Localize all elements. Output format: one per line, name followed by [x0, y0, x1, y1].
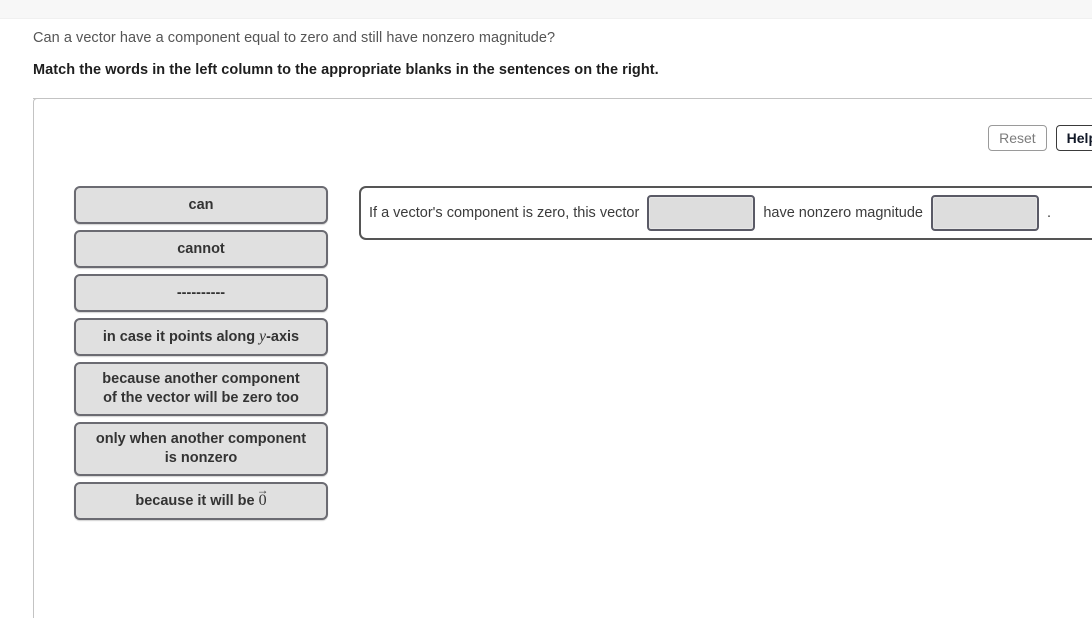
tile-text-prefix: because it will be: [135, 493, 259, 509]
sentence-period: .: [1046, 205, 1051, 221]
word-tile-can[interactable]: can: [74, 186, 328, 224]
word-tile-label: can: [188, 196, 214, 213]
reset-button[interactable]: Reset: [988, 125, 1047, 151]
matching-activity-panel: Reset Help can cannot ---------- in case…: [33, 98, 1092, 618]
word-tile-because-another-component[interactable]: because another component of the vector w…: [74, 362, 328, 416]
activity-toolbar: Reset Help: [988, 125, 1092, 151]
word-tile-label: only when another component is nonzero: [96, 430, 306, 468]
question-prompt: Can a vector have a component equal to z…: [33, 30, 556, 46]
tile-text-suffix: -axis: [266, 329, 300, 345]
word-tile-label: ----------: [176, 284, 226, 301]
word-tile-in-case-points-along-y-axis[interactable]: in case it points along y-axis: [74, 318, 328, 356]
word-tile-cannot[interactable]: cannot: [74, 230, 328, 268]
sentence-text-part-2: have nonzero magnitude: [763, 205, 923, 221]
help-button[interactable]: Help: [1055, 125, 1092, 151]
drop-blank-2[interactable]: [930, 195, 1039, 231]
tile-line-2: of the vector will be zero too: [103, 390, 299, 406]
question-instruction: Match the words in the left column to th…: [33, 62, 659, 78]
word-tile-only-when-another-component[interactable]: only when another component is nonzero: [74, 422, 328, 476]
word-tile-label: in case it points along y-axis: [103, 327, 299, 347]
tile-line-1: only when another component: [95, 431, 307, 447]
vector-arrow-icon: →: [256, 483, 269, 497]
browser-top-strip: [0, 0, 1092, 19]
word-tile-because-it-will-be-zero-vector[interactable]: because it will be → 0: [74, 482, 328, 520]
word-bank: can cannot ---------- in case it points …: [74, 186, 330, 526]
zero-vector-symbol: → 0: [257, 484, 269, 509]
tile-line-2: is nonzero: [164, 450, 238, 466]
drop-blank-1[interactable]: [647, 195, 756, 231]
question-header: Can a vector have a component equal to z…: [33, 28, 1073, 80]
sentence-drop-row: If a vector's component is zero, this ve…: [359, 186, 1092, 240]
word-tile-label: because it will be → 0: [135, 484, 269, 511]
sentence-text-part-1: If a vector's component is zero, this ve…: [369, 205, 640, 221]
word-tile-dashes[interactable]: ----------: [74, 274, 328, 312]
tile-text-prefix: in case it points along: [102, 329, 260, 345]
word-tile-label: cannot: [177, 240, 225, 257]
word-tile-label: because another component of the vector w…: [102, 370, 299, 408]
tile-line-1: because another component: [102, 371, 300, 387]
